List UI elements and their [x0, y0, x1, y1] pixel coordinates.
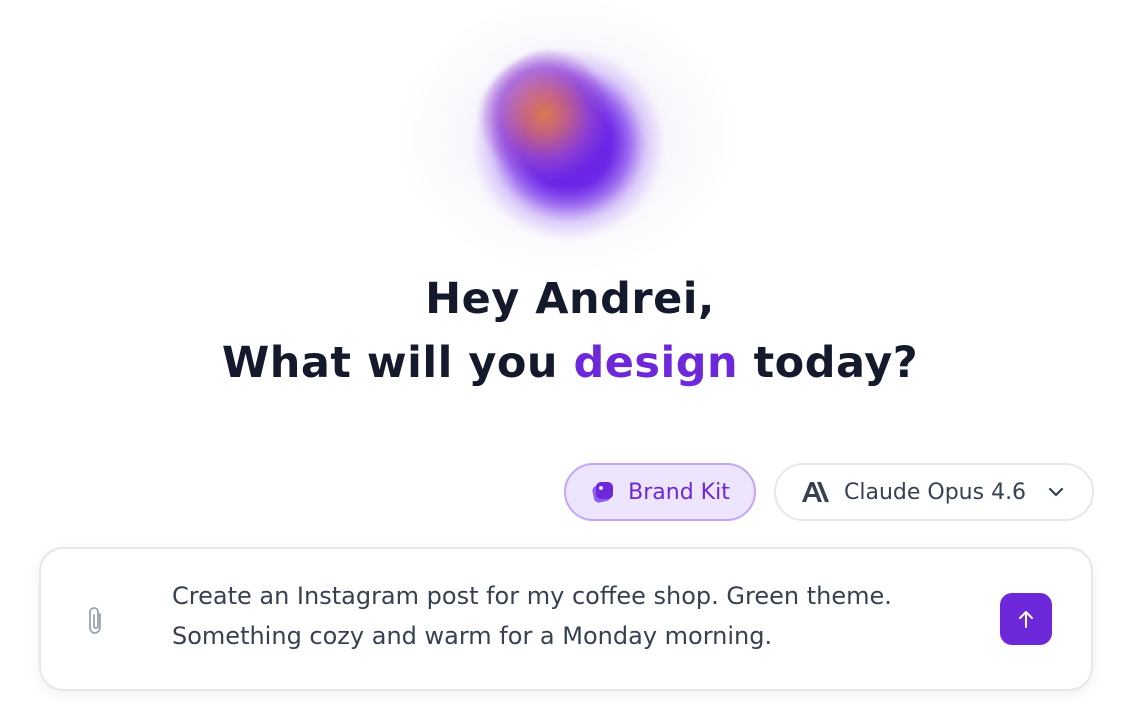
brand-kit-label: Brand Kit	[628, 479, 730, 505]
headline-text-before: What will you	[221, 338, 574, 388]
anthropic-logo-icon	[800, 480, 830, 504]
prompt-input[interactable]: Create an Instagram post for my coffee s…	[172, 576, 972, 656]
ai-orb	[470, 46, 666, 242]
brand-kit-button[interactable]: Brand Kit	[564, 463, 756, 521]
brand-kit-icon	[590, 479, 616, 505]
greeting-line: Hey Andrei,	[425, 274, 715, 324]
model-label: Claude Opus 4.6	[844, 479, 1027, 505]
model-selector[interactable]: Claude Opus 4.6	[774, 463, 1094, 521]
send-button[interactable]	[1000, 593, 1052, 645]
headline-accent-word: design	[573, 338, 739, 388]
paperclip-icon[interactable]	[82, 603, 110, 637]
headline-text-after: today?	[738, 338, 919, 388]
arrow-up-icon	[1014, 607, 1038, 631]
chevron-down-icon	[1046, 482, 1066, 502]
home-screen: Hey Andrei, What will you design today? …	[0, 0, 1140, 718]
headline-question: What will you design today?	[0, 338, 1140, 388]
